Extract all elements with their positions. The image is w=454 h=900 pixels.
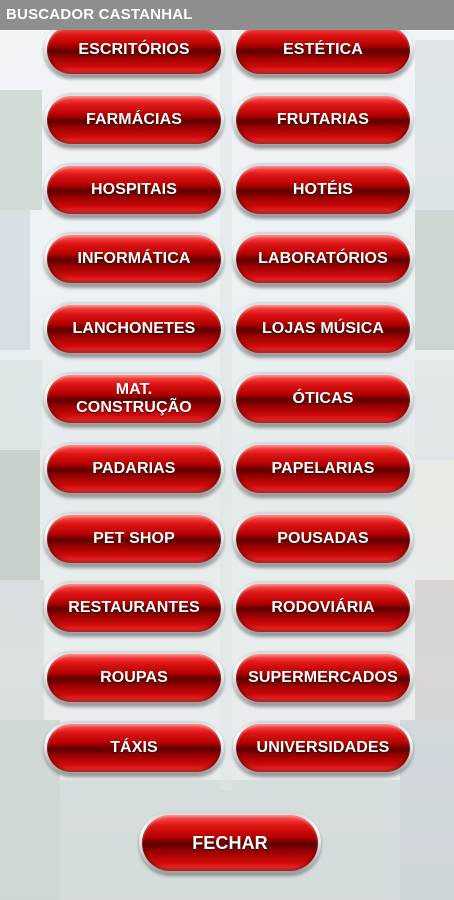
category-button[interactable]: PADARIAS — [44, 442, 224, 496]
category-button[interactable]: HOTÉIS — [233, 163, 413, 217]
category-button-label: HOTÉIS — [236, 166, 410, 214]
category-button-label: INFORMÁTICA — [47, 235, 221, 283]
category-button-label: HOSPITAIS — [47, 166, 221, 214]
category-button-label: PET SHOP — [47, 515, 221, 563]
category-button-label: PAPELARIAS — [236, 445, 410, 493]
close-button-label: FECHAR — [142, 815, 318, 871]
category-button-label: RESTAURANTES — [47, 584, 221, 632]
category-button[interactable]: PET SHOP — [44, 512, 224, 566]
category-button[interactable]: RODOVIÁRIA — [233, 581, 413, 635]
category-button[interactable]: SUPERMERCADOS — [233, 651, 413, 705]
category-button-label: MAT. CONSTRUÇÃO — [47, 375, 221, 423]
category-button[interactable]: ROUPAS — [44, 651, 224, 705]
category-button-label: LABORATÓRIOS — [236, 235, 410, 283]
category-button[interactable]: FARMÁCIAS — [44, 93, 224, 147]
category-button[interactable]: TÁXIS — [44, 721, 224, 775]
app-title: BUSCADOR CASTANHAL — [6, 6, 193, 23]
category-button[interactable]: LOJAS MÚSICA — [233, 302, 413, 356]
category-button-label: ESCRITÓRIOS — [47, 26, 221, 74]
category-button-label: PADARIAS — [47, 445, 221, 493]
category-button[interactable]: PAPELARIAS — [233, 442, 413, 496]
category-button[interactable]: POUSADAS — [233, 512, 413, 566]
category-button-label: ÓTICAS — [236, 375, 410, 423]
category-button[interactable]: RESTAURANTES — [44, 581, 224, 635]
category-button[interactable]: LABORATÓRIOS — [233, 232, 413, 286]
category-button-label: FRUTARIAS — [236, 96, 410, 144]
app-screen: BUSCADOR CASTANHAL ESCRITÓRIOS ESTÉTICA FA… — [0, 0, 454, 900]
category-button[interactable]: ESCRITÓRIOS — [44, 23, 224, 77]
category-button-label: LANCHONETES — [47, 305, 221, 353]
category-button-label: SUPERMERCADOS — [236, 654, 410, 702]
app-title-bar: BUSCADOR CASTANHAL — [0, 0, 454, 30]
category-button-label: ROUPAS — [47, 654, 221, 702]
category-button-label: RODOVIÁRIA — [236, 584, 410, 632]
category-button[interactable]: HOSPITAIS — [44, 163, 224, 217]
category-button-label: UNIVERSIDADES — [236, 724, 410, 772]
category-button[interactable]: UNIVERSIDADES — [233, 721, 413, 775]
category-button[interactable]: ESTÉTICA — [233, 23, 413, 77]
category-button[interactable]: LANCHONETES — [44, 302, 224, 356]
category-button[interactable]: FRUTARIAS — [233, 93, 413, 147]
category-button-label: ESTÉTICA — [236, 26, 410, 74]
close-button[interactable]: FECHAR — [139, 812, 321, 874]
category-button-label: POUSADAS — [236, 515, 410, 563]
category-button[interactable]: ÓTICAS — [233, 372, 413, 426]
category-button-label: LOJAS MÚSICA — [236, 305, 410, 353]
category-button[interactable]: MAT. CONSTRUÇÃO — [44, 372, 224, 426]
category-button-label: FARMÁCIAS — [47, 96, 221, 144]
category-button[interactable]: INFORMÁTICA — [44, 232, 224, 286]
category-button-label: TÁXIS — [47, 724, 221, 772]
